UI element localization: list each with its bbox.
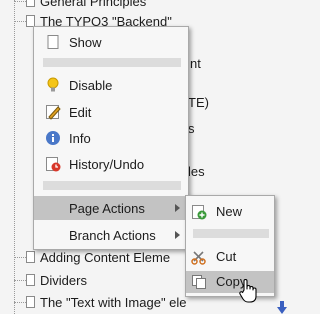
tree-item-partial-text: nt [190, 56, 201, 71]
submenu-item-cut[interactable]: Cut [186, 246, 274, 268]
hand-pointer-cursor-icon [239, 279, 257, 303]
menu-separator [43, 58, 181, 67]
tree-item-label: Dividers [40, 272, 87, 288]
new-page-icon [191, 204, 207, 220]
menu-separator [43, 181, 181, 190]
submenu-item-new[interactable]: New [186, 201, 274, 223]
menu-item-show[interactable]: Show [34, 30, 188, 54]
menu-separator [193, 229, 269, 238]
menu-item-label: Branch Actions [69, 227, 156, 243]
page-icon [26, 274, 35, 286]
submenu-item-label: Cut [216, 249, 237, 264]
page-icon [45, 34, 61, 50]
scroll-down-arrow-icon[interactable] [277, 301, 287, 314]
page-icon [26, 251, 35, 263]
menu-item-history-undo[interactable]: History/Undo [34, 152, 188, 176]
menu-item-info[interactable]: Info [34, 126, 188, 150]
menu-item-label: Show [69, 34, 102, 50]
menu-item-label: History/Undo [69, 156, 145, 172]
menu-item-label: Info [69, 130, 91, 146]
scissors-icon [191, 249, 207, 265]
tree-item-label: General Principles [40, 0, 147, 9]
menu-item-page-actions[interactable]: Page Actions [34, 196, 188, 220]
page-icon [26, 296, 35, 308]
submenu-arrow-icon [175, 231, 180, 239]
menu-item-label: Edit [69, 104, 92, 120]
page-actions-submenu: New Cut Copy [185, 195, 275, 297]
tree-item-text-with-image[interactable]: The "Text with Image" ele [14, 292, 187, 312]
pencil-icon [45, 104, 61, 120]
history-icon [45, 156, 61, 172]
menu-item-branch-actions[interactable]: Branch Actions [34, 223, 188, 247]
tree-item-general-principles[interactable]: General Principles [14, 0, 146, 11]
tree-item-label: The "Text with Image" ele [40, 294, 187, 310]
menu-item-label: Disable [69, 77, 113, 93]
lightbulb-icon [45, 77, 61, 93]
submenu-item-label: New [216, 204, 243, 219]
tree-item-partial-text: TE) [188, 95, 209, 110]
submenu-arrow-icon [175, 204, 180, 212]
info-icon [45, 130, 61, 146]
menu-item-label: Page Actions [69, 200, 145, 216]
tree-item-dividers[interactable]: Dividers [14, 270, 87, 290]
menu-item-disable[interactable]: Disable [34, 73, 188, 97]
page-icon [26, 0, 35, 7]
context-menu: Show Disable Edit Info History/Undo Page… [33, 26, 189, 250]
menu-item-edit[interactable]: Edit [34, 100, 188, 124]
copy-icon [191, 274, 207, 290]
submenu-item-copy[interactable]: Copy [186, 271, 274, 293]
tree-item-label: Adding Content Eleme [40, 249, 171, 265]
tree-item-partial-text: les [188, 164, 205, 179]
tree-item-adding-content[interactable]: Adding Content Eleme [14, 247, 170, 267]
